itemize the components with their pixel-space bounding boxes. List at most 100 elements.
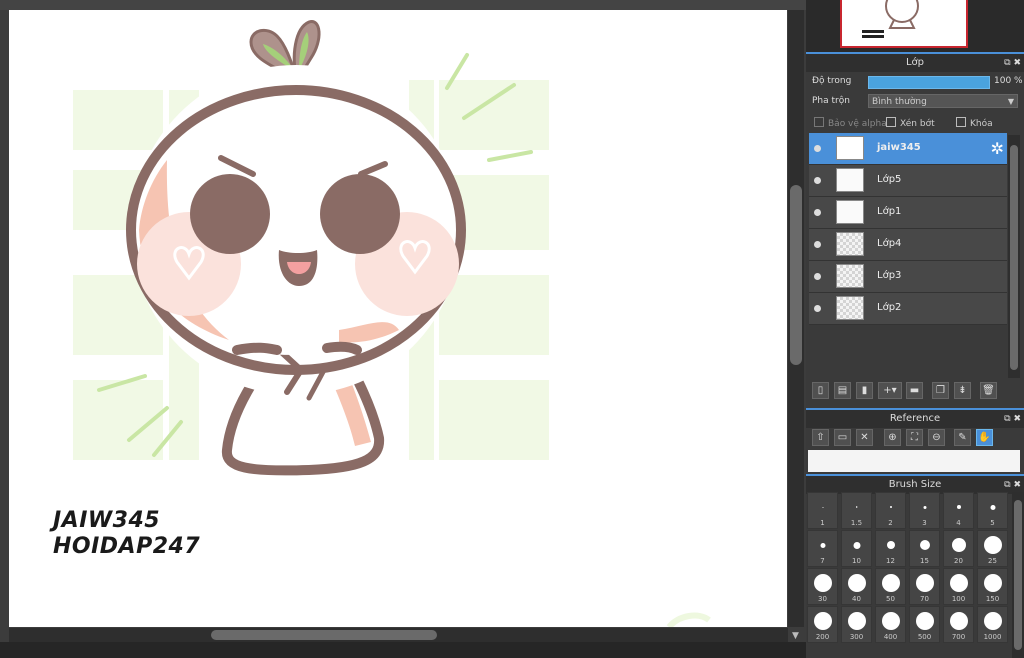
visibility-eye-icon[interactable] bbox=[814, 241, 821, 248]
hand-tool-icon[interactable]: ✋ bbox=[976, 429, 993, 446]
navigator-thumbnail[interactable] bbox=[840, 0, 968, 48]
brush-size-dot-icon bbox=[983, 612, 1002, 630]
visibility-eye-icon[interactable] bbox=[814, 209, 821, 216]
new-1bit-layer-icon[interactable]: ▮ bbox=[856, 382, 873, 399]
brush-size-dot-icon bbox=[886, 541, 895, 549]
navigator-panel[interactable] bbox=[806, 0, 1024, 54]
gear-icon[interactable]: ✲ bbox=[991, 139, 1004, 158]
merge-layer-icon[interactable]: ⇟ bbox=[954, 382, 971, 399]
drawing-canvas[interactable]: JAIW345 HOIDAP247 bbox=[9, 10, 787, 627]
brush-size-dot-icon bbox=[990, 504, 995, 510]
open-folder-icon[interactable]: ▭ bbox=[834, 429, 851, 446]
lock-label: Khóa bbox=[970, 119, 993, 129]
opacity-slider[interactable] bbox=[868, 76, 990, 89]
layer-item-lop1[interactable]: Lớp1 bbox=[809, 197, 1007, 229]
brush-size-cell[interactable]: 70 bbox=[909, 568, 940, 605]
zoom-in-icon[interactable]: ⊕ bbox=[884, 429, 901, 446]
layer-item-lop2[interactable]: Lớp2 bbox=[809, 293, 1007, 325]
brush-size-cell[interactable]: 5 bbox=[977, 492, 1008, 529]
brush-size-label: 50 bbox=[886, 595, 895, 603]
brush-size-cell[interactable]: 40 bbox=[841, 568, 872, 605]
brush-size-dot-icon bbox=[919, 540, 930, 550]
blend-mode-select[interactable]: Bình thường ▼ bbox=[868, 94, 1018, 108]
brush-size-dot-icon bbox=[923, 505, 926, 509]
layer-item-lop4[interactable]: Lớp4 bbox=[809, 229, 1007, 261]
layer-item-lop5[interactable]: Lớp5 bbox=[809, 165, 1007, 197]
brush-size-cell[interactable]: 200 bbox=[807, 606, 838, 643]
brush-size-label: 100 bbox=[951, 595, 966, 603]
brush-size-cell[interactable]: 1.5 bbox=[841, 492, 872, 529]
layer-item-jaiw345[interactable]: jaiw345 ✲ bbox=[809, 133, 1007, 165]
brush-size-cell[interactable]: 700 bbox=[943, 606, 974, 643]
brush-size-cell[interactable]: 100 bbox=[943, 568, 974, 605]
add-layer-menu-icon[interactable]: +▾ bbox=[878, 382, 902, 399]
brush-size-cell[interactable]: 7 bbox=[807, 530, 838, 567]
close-icon[interactable]: ✕ bbox=[856, 429, 873, 446]
scroll-down-arrow-icon[interactable]: ▼ bbox=[792, 631, 799, 641]
brush-size-label: 400 bbox=[883, 633, 898, 641]
brush-size-cell[interactable]: 300 bbox=[841, 606, 872, 643]
brush-size-scroll-thumb[interactable] bbox=[1014, 500, 1022, 650]
brush-size-cell[interactable]: 15 bbox=[909, 530, 940, 567]
panel-popout-close-icons[interactable]: ⧉ ✖ bbox=[1004, 410, 1021, 428]
brush-size-cell[interactable]: 10 bbox=[841, 530, 872, 567]
brush-size-label: 1.5 bbox=[850, 519, 863, 527]
brush-size-scrollbar[interactable] bbox=[1012, 492, 1024, 658]
signature-line2: HOIDAP247 bbox=[53, 534, 201, 559]
blend-row: Pha trộn Bình thường ▼ bbox=[806, 92, 1024, 112]
canvas-horizontal-scroll-thumb[interactable] bbox=[211, 630, 437, 640]
layer-panel-title: Lớp bbox=[905, 57, 925, 68]
brush-size-cell[interactable]: 2 bbox=[875, 492, 906, 529]
brush-size-cell[interactable]: 500 bbox=[909, 606, 940, 643]
new-halftone-layer-icon[interactable]: ▤ bbox=[834, 382, 851, 399]
reference-image-area[interactable] bbox=[808, 450, 1020, 472]
visibility-eye-icon[interactable] bbox=[814, 145, 821, 152]
delete-layer-icon[interactable]: 🗑 bbox=[980, 382, 997, 399]
new-layer-icon[interactable]: ▯ bbox=[812, 382, 829, 399]
upload-icon[interactable]: ⇧ bbox=[812, 429, 829, 446]
new-folder-icon[interactable]: ▬ bbox=[906, 382, 923, 399]
brush-size-cell[interactable]: 3 bbox=[909, 492, 940, 529]
canvas-horizontal-scrollbar[interactable] bbox=[9, 628, 788, 642]
brush-size-label: 500 bbox=[917, 633, 932, 641]
layer-item-lop3[interactable]: Lớp3 bbox=[809, 261, 1007, 293]
brush-size-label: 25 bbox=[988, 557, 997, 565]
brush-size-cell[interactable]: 400 bbox=[875, 606, 906, 643]
brush-size-label: 5 bbox=[990, 519, 995, 527]
visibility-eye-icon[interactable] bbox=[814, 305, 821, 312]
layer-list-scrollbar[interactable] bbox=[1008, 135, 1020, 378]
canvas-area[interactable]: JAIW345 HOIDAP247 ▼ bbox=[0, 0, 806, 658]
checkbox-box-icon bbox=[956, 117, 966, 127]
clipping-checkbox[interactable]: Xén bớt bbox=[886, 117, 935, 129]
brush-size-cell[interactable]: 12 bbox=[875, 530, 906, 567]
brush-size-cell[interactable]: 30 bbox=[807, 568, 838, 605]
brush-size-cell[interactable]: 4 bbox=[943, 492, 974, 529]
eyedropper-icon[interactable]: ✎ bbox=[954, 429, 971, 446]
zoom-out-icon[interactable]: ⊖ bbox=[928, 429, 945, 446]
brush-size-cell[interactable]: 50 bbox=[875, 568, 906, 605]
brush-size-dot-icon bbox=[847, 612, 866, 630]
visibility-eye-icon[interactable] bbox=[814, 177, 821, 184]
brush-size-dot-icon bbox=[881, 574, 900, 592]
visibility-eye-icon[interactable] bbox=[814, 273, 821, 280]
canvas-vertical-scroll-thumb[interactable] bbox=[790, 185, 802, 365]
canvas-top-strip bbox=[0, 0, 806, 10]
brush-size-cell[interactable]: 1000 bbox=[977, 606, 1008, 643]
fit-screen-icon[interactable]: ⛶ bbox=[906, 429, 923, 446]
protect-alpha-label: Bảo vệ alpha bbox=[828, 119, 887, 129]
brush-size-dot-icon bbox=[820, 542, 825, 548]
duplicate-layer-icon[interactable]: ❐ bbox=[932, 382, 949, 399]
checkbox-box-icon bbox=[886, 117, 896, 127]
protect-alpha-checkbox[interactable]: Bảo vệ alpha bbox=[814, 117, 887, 129]
brush-size-cell[interactable]: 25 bbox=[977, 530, 1008, 567]
brush-size-cell[interactable]: 1 bbox=[807, 492, 838, 529]
brush-size-cell[interactable]: 20 bbox=[943, 530, 974, 567]
brush-size-cell[interactable]: 150 bbox=[977, 568, 1008, 605]
brush-size-label: 700 bbox=[951, 633, 966, 641]
panel-popout-close-icons[interactable]: ⧉ ✖ bbox=[1004, 54, 1021, 72]
clipping-label: Xén bớt bbox=[900, 119, 935, 129]
layer-thumbnail bbox=[836, 200, 864, 224]
layer-list-scroll-thumb[interactable] bbox=[1010, 145, 1018, 370]
lock-checkbox[interactable]: Khóa bbox=[956, 117, 993, 129]
canvas-vertical-scrollbar[interactable]: ▼ bbox=[788, 10, 804, 641]
